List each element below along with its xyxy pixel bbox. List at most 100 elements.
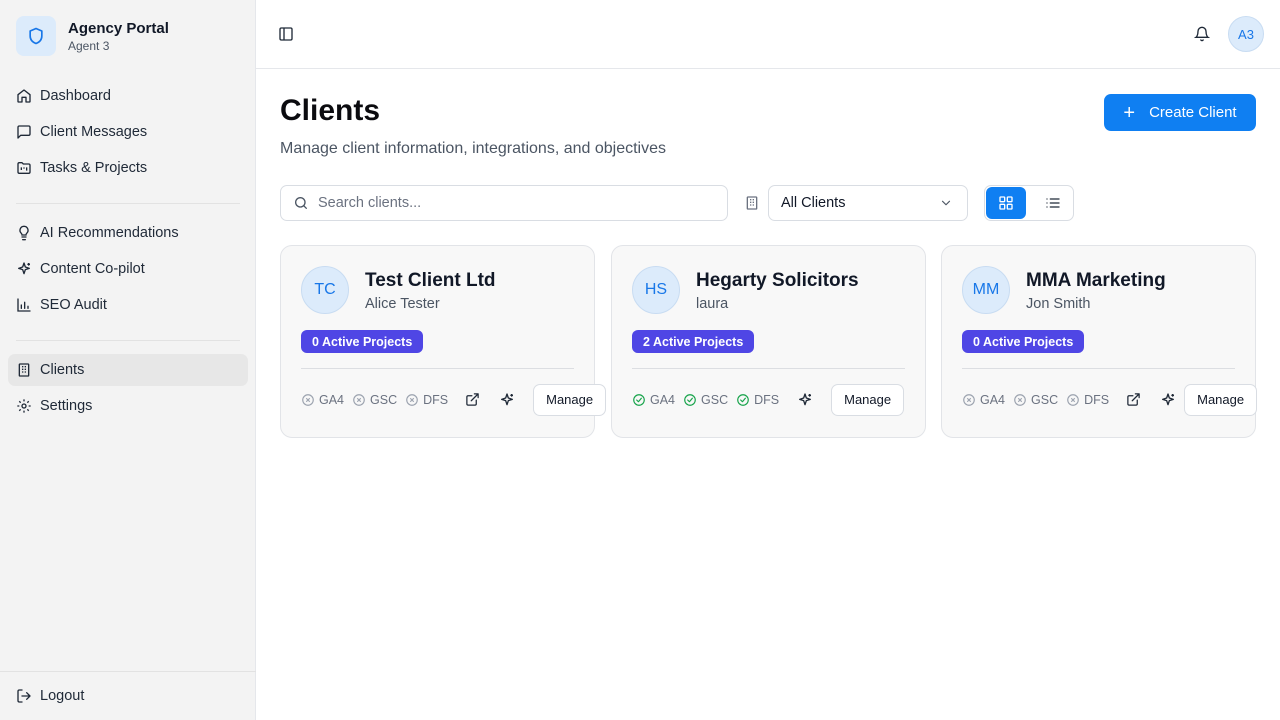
- integration-ga4: GA4: [962, 393, 1005, 407]
- user-avatar[interactable]: A3: [1228, 16, 1264, 52]
- integration-label: GA4: [650, 392, 676, 407]
- chevron-down-icon: [941, 200, 951, 206]
- gear-icon: [17, 399, 31, 413]
- open-website-button[interactable]: [462, 390, 482, 410]
- integration-dfs: DFS: [1066, 393, 1109, 407]
- integration-label: GSC: [701, 392, 729, 407]
- integration-label: GA4: [980, 392, 1006, 407]
- client-name: Test Client Ltd: [365, 270, 496, 291]
- panel-left-icon: [279, 27, 293, 41]
- x-circle-icon: [353, 393, 365, 406]
- manage-client-button[interactable]: Manage: [533, 383, 607, 416]
- active-projects-badge: 0 Active Projects: [301, 330, 424, 353]
- topbar: A3: [256, 0, 1280, 69]
- brand: Agency Portal Agent 3: [16, 16, 169, 56]
- sidebar-divider: [16, 203, 240, 204]
- sidebar-item-content-copilot[interactable]: Content Co-pilot: [8, 253, 248, 285]
- search-input[interactable]: [318, 195, 708, 211]
- x-circle-icon: [302, 393, 314, 406]
- plus-icon: +: [1123, 101, 1136, 124]
- ai-copilot-button[interactable]: [795, 390, 815, 410]
- active-projects-badge: 0 Active Projects: [962, 330, 1085, 353]
- integration-gsc: GSC: [683, 393, 728, 407]
- sidebar-bottom-divider: [0, 671, 256, 672]
- client-contact: Jon Smith: [1026, 296, 1091, 312]
- client-contact: laura: [696, 296, 729, 312]
- sidebar-item-settings[interactable]: Settings: [8, 390, 248, 422]
- sidebar-item-label: Dashboard: [40, 88, 111, 104]
- building-icon: [746, 196, 758, 210]
- client-name: Hegarty Solicitors: [696, 270, 859, 291]
- search-box: [280, 185, 728, 221]
- sidebar-item-seo-audit[interactable]: SEO Audit: [8, 289, 248, 321]
- list-view-button[interactable]: [1033, 187, 1073, 219]
- client-contact: Alice Tester: [365, 296, 440, 312]
- open-website-button[interactable]: [1123, 390, 1143, 410]
- sidebar-item-label: Client Messages: [40, 124, 148, 140]
- sidebar-toggle-button[interactable]: [276, 24, 296, 44]
- list-icon: [1046, 198, 1060, 208]
- integration-gsc: GSC: [1013, 393, 1058, 407]
- active-projects-badge: 2 Active Projects: [632, 330, 755, 353]
- logout-button[interactable]: Logout: [8, 680, 248, 712]
- manage-client-button[interactable]: Manage: [1184, 383, 1258, 416]
- client-card: HS Hegarty Solicitors laura 2 Active Pro…: [611, 245, 926, 438]
- sidebar-item-dashboard[interactable]: Dashboard: [8, 80, 248, 112]
- integration-label: DFS: [754, 392, 780, 407]
- check-circle-icon: [737, 393, 749, 406]
- client-avatar: TC: [301, 266, 349, 314]
- bell-icon: [1194, 26, 1210, 42]
- page-subtitle: Manage client information, integrations,…: [280, 140, 666, 157]
- sparkles-icon: [501, 392, 514, 405]
- integration-dfs: DFS: [405, 393, 448, 407]
- client-filter-value: All Clients: [781, 195, 846, 211]
- client-card: MM MMA Marketing Jon Smith 0 Active Proj…: [941, 245, 1258, 438]
- external-link-icon: [1126, 393, 1140, 406]
- integration-label: GSC: [370, 392, 398, 407]
- card-divider: [632, 368, 905, 369]
- sidebar-divider: [16, 340, 240, 341]
- create-client-label: Create Client: [1149, 104, 1237, 121]
- card-footer: GA4 GSC DFS Manage: [632, 383, 905, 416]
- create-client-button[interactable]: + Create Client: [1104, 94, 1256, 131]
- sidebar-item-tasks-projects[interactable]: Tasks & Projects: [8, 152, 248, 184]
- check-circle-icon: [633, 393, 645, 406]
- x-circle-icon: [1067, 393, 1079, 406]
- home-icon: [17, 89, 31, 103]
- card-divider: [301, 368, 574, 369]
- sidebar: Agency Portal Agent 3 Dashboard Client M…: [0, 0, 256, 720]
- grid-view-button[interactable]: [986, 187, 1026, 219]
- external-link-icon: [465, 393, 479, 406]
- card-footer: GA4 GSC DFS Manage: [301, 383, 607, 416]
- notifications-button[interactable]: [1192, 24, 1212, 44]
- sidebar-item-clients[interactable]: Clients: [8, 354, 248, 386]
- sidebar-item-label: AI Recommendations: [40, 225, 179, 241]
- client-avatar: MM: [962, 266, 1010, 314]
- sidebar-item-ai-recommendations[interactable]: AI Recommendations: [8, 217, 248, 249]
- client-card: TC Test Client Ltd Alice Tester 0 Active…: [280, 245, 607, 438]
- integration-gsc: GSC: [352, 393, 397, 407]
- ai-copilot-button[interactable]: [497, 390, 517, 410]
- client-filter-select[interactable]: All Clients: [768, 185, 968, 221]
- manage-client-button[interactable]: Manage: [831, 383, 905, 416]
- integration-ga4: GA4: [632, 393, 675, 407]
- integration-label: DFS: [1084, 392, 1110, 407]
- sparkles-icon: [18, 262, 30, 275]
- client-name: MMA Marketing: [1026, 270, 1166, 291]
- folder-kanban-icon: [17, 162, 31, 174]
- building-icon: [18, 363, 30, 377]
- logout-label: Logout: [40, 688, 85, 704]
- integration-dfs: DFS: [736, 393, 779, 407]
- card-divider: [962, 368, 1235, 369]
- client-avatar: HS: [632, 266, 680, 314]
- card-footer: GA4 GSC DFS Manage: [962, 383, 1258, 416]
- sidebar-item-label: Tasks & Projects: [40, 160, 148, 176]
- integration-label: GSC: [1031, 392, 1059, 407]
- sidebar-item-client-messages[interactable]: Client Messages: [8, 116, 248, 148]
- lightbulb-icon: [19, 225, 29, 241]
- brand-subtitle: Agent 3: [68, 38, 110, 53]
- brand-title: Agency Portal: [68, 19, 169, 37]
- ai-copilot-button[interactable]: [1158, 390, 1178, 410]
- sidebar-item-label: Settings: [40, 398, 93, 414]
- integration-label: DFS: [423, 392, 449, 407]
